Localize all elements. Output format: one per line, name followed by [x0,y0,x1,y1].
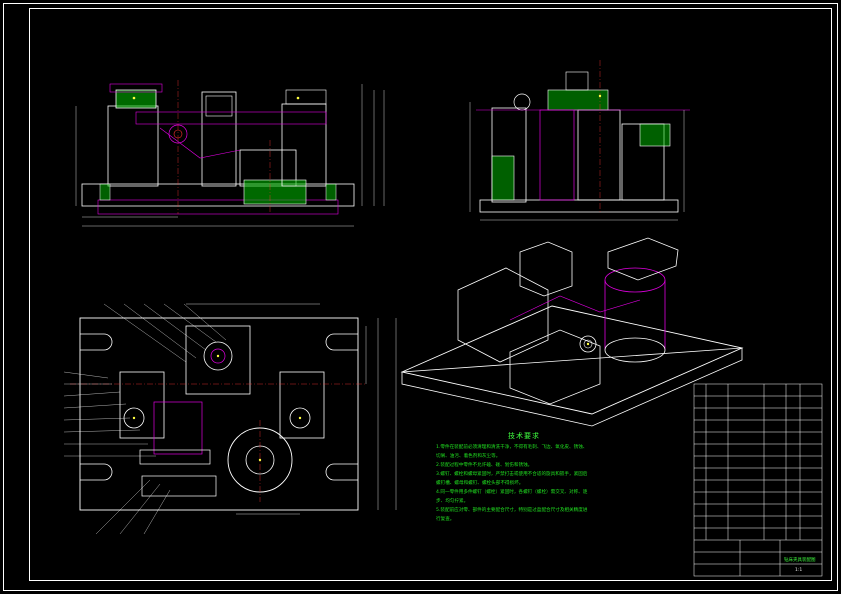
side-view [469,60,690,221]
technical-note-line: 3.螺钉、螺栓和螺母紧固时，严禁打击或使用不合适的旋具和扳手，紧固后 [436,472,588,477]
technical-note-line: 螺钉槽、螺母和螺钉、螺栓头部不得损坏。 [436,481,524,486]
technical-note-line: 5.装配前应对零、部件的主要配合尺寸，特别是过盈配合尺寸及相关精度进 [436,508,588,513]
technical-notes: 技术要求 1.零件在装配前必须清理和清洗干净，不得有毛刺、飞边、氧化皮、锈蚀、 … [436,432,612,524]
front-view [75,80,385,227]
technical-notes-title: 技术要求 [508,432,540,440]
technical-note-line: 2.装配过程中零件不允许磕、碰、划伤和锈蚀。 [436,463,533,468]
title-block-drawing-name: 钻床夹具装配图 [784,558,816,563]
plan-view [63,303,397,535]
title-block-scale: 1:1 [795,568,803,573]
technical-note-line: 4.同一零件用多件螺钉（螺栓）紧固时，各螺钉（螺栓）需交叉、对称、逐 [436,490,588,495]
technical-note-line: 行复查。 [436,517,455,522]
technical-note-line: 1.零件在装配前必须清理和清洗干净，不得有毛刺、飞边、氧化皮、锈蚀、 [436,445,588,450]
fastener-markers [132,94,602,462]
cad-drawing-canvas [3,3,838,591]
technical-note-line: 切屑、油污、着色剂和灰尘等。 [436,454,501,459]
title-block [693,383,823,577]
technical-note-line: 步、均匀拧紧。 [436,499,469,504]
isometric-view [400,237,744,427]
